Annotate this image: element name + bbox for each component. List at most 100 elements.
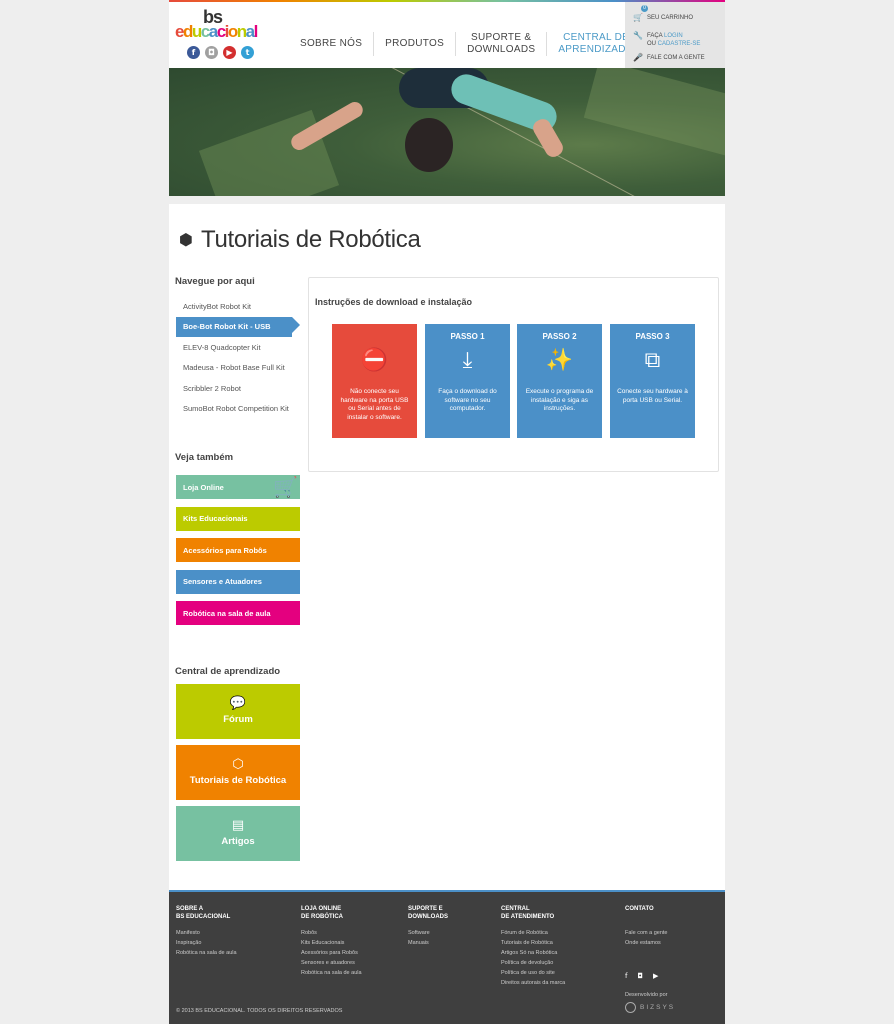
logo[interactable]: bs educacional [175,8,273,48]
bizsys-logo[interactable]: BIZSYS [625,1002,675,1013]
login-prefix: FAÇA [647,33,663,39]
wrench-icon: 🔧 [633,31,643,40]
cart-icon: 🛒 [273,475,298,499]
footer-link[interactable]: Acessórios para Robôs [301,948,362,958]
see-also-link[interactable]: Loja Online 🛒 [176,475,300,499]
step-header: PASSO 2 [542,332,577,341]
footer-column: CONTATO Fale com a gente Onde estamos [625,906,668,948]
see-also-heading: Veja também [175,452,234,463]
step-header [332,332,417,342]
copyright: © 2013 BS EDUCACIONAL. TODOS OS DIREITOS… [176,1008,343,1014]
see-also-label: Kits Educacionais [183,514,248,523]
footer-column: LOJA ONLINE DE ROBÓTICA Robôs Kits Educacio… [301,906,362,978]
logo-letter: n [236,22,247,41]
developed-by-label: Desenvolvido por [625,992,668,998]
instagram-icon[interactable]: ◘ [637,972,643,980]
footer-column: SUPORTE E DOWNLOADS Software Manuais [408,906,448,948]
logo-letter: l [253,22,259,41]
footer-social: f ◘ ▶ [625,972,658,980]
footer-link[interactable]: Política de devolução [501,958,565,968]
learning-link[interactable]: 💬 Fórum [176,684,300,739]
step-card: ⛔ Não conecte seu hardware na porta USB o… [332,324,417,438]
see-also-label: Sensores e Atuadores [183,577,262,586]
footer-column-heading: SOBRE A BS EDUCACIONAL [176,906,231,920]
logo-letter: a [245,22,255,41]
learning-heading: Central de aprendizado [175,666,281,677]
bizsys-text: BIZSYS [640,1003,676,1011]
kit-list-item[interactable]: SumoBot Robot Competition Kit [176,399,300,420]
see-also-link[interactable]: Acessórios para Robôs [176,538,300,562]
user-box: 0 🛒 SEU CARRINHO 🔧 FAÇA LOGIN OU CADASTR… [625,2,725,68]
footer-link[interactable]: Kits Educacionais [301,938,362,948]
login-link[interactable]: LOGIN [664,33,683,39]
footer-link[interactable]: Fórum de Robótica [501,928,565,938]
site-footer: SOBRE A BS EDUCACIONAL Manifesto Inspiração… [169,890,725,1024]
signup-link[interactable]: CADASTRE-SE [658,41,701,47]
step-text: Conecte seu hardware à porta USB ou Seri… [617,388,688,404]
step-text: Execute o programa de instalação e siga … [525,388,594,412]
youtube-icon[interactable]: ▶ [653,972,658,980]
see-also-link[interactable]: Kits Educacionais [176,506,300,531]
contact-link[interactable]: 🎤 FALE COM A GENTE [633,54,705,62]
cart-count-badge: 0 [641,5,648,12]
footer-column-heading: LOJA ONLINE DE ROBÓTICA [301,906,343,920]
cubes-icon: ⬢ [179,230,193,249]
step-card: PASSO 2 ✨ Execute o programa de instalação… [517,324,602,438]
facebook-icon[interactable]: f [187,46,200,59]
footer-column: SOBRE A BS EDUCACIONAL Manifesto Inspiração… [176,906,237,958]
footer-link[interactable]: Manifesto [176,928,237,938]
site-header: bs educacional f ◘ ▶ t SOBRE NÓS PRODUTOS SUP… [169,2,725,68]
footer-link[interactable]: Direitos autorais da marca [501,978,565,988]
cart-icon: 🛒 [633,13,643,22]
footer-link[interactable]: Robôs [301,928,362,938]
logo-letter: d [182,22,193,41]
login-row: 🔧 FAÇA LOGIN OU CADASTRE-SE [633,32,700,48]
footer-link[interactable]: Tutoriais de Robótica [501,938,565,948]
footer-link[interactable]: Robótica na sala de aula [176,948,237,958]
cart-label: SEU CARRINHO [647,15,694,21]
learning-label: Artigos [221,836,255,847]
panel-heading: Instruções de download e instalação [315,297,473,307]
step-header: PASSO 1 [450,332,485,341]
step-text: Não conecte seu hardware na porta USB ou… [340,388,409,421]
learning-link[interactable]: ▤ Artigos [176,806,300,861]
footer-link[interactable]: Onde estamos [625,938,668,948]
see-also-link[interactable]: Robótica na sala de aula [176,601,300,625]
facebook-icon[interactable]: f [625,972,627,980]
footer-link[interactable]: Artigos Só na Robótica [501,948,565,958]
instagram-icon[interactable]: ◘ [205,46,218,59]
cart-link[interactable]: 🛒 SEU CARRINHO [633,14,693,22]
kit-list-item[interactable]: Madeusa - Robot Base Full Kit [176,358,300,379]
kit-list-item[interactable]: Boe-Bot Robot Kit - USB [176,316,300,337]
footer-link[interactable]: Política de uso do site [501,968,565,978]
kit-list-item[interactable]: Scribbler 2 Robot [176,378,300,399]
footer-link[interactable]: Software [408,928,448,938]
learning-list: 💬 Fórum ⬡ Tutoriais de Robótica ▤ Artigos [176,684,300,867]
learning-label: Tutoriais de Robótica [189,775,287,786]
nav-item[interactable]: SOBRE NÓS [289,32,375,56]
cubes-icon: ⬡ [232,757,244,772]
logo-letter: c [200,22,210,41]
see-also-link[interactable]: Sensores e Atuadores [176,569,300,594]
nav-item[interactable]: SUPORTE & DOWNLOADS [456,32,548,56]
footer-link[interactable]: Inspiração [176,938,237,948]
footer-link[interactable]: Robótica na sala de aula [301,968,362,978]
step-card: PASSO 1 ⤓ Faça o download do software no s… [425,324,510,438]
kit-list-item[interactable]: ActivityBot Robot Kit [176,296,300,317]
learning-link[interactable]: ⬡ Tutoriais de Robótica [176,745,300,800]
main-content: ⬢ Tutoriais de Robótica Navegue por aqui… [169,204,725,890]
footer-link[interactable]: Manuais [408,938,448,948]
twitter-icon[interactable]: t [241,46,254,59]
step-text: Faça o download do software no seu compu… [438,388,497,412]
page-title-text: Tutoriais de Robótica [200,226,421,253]
main-nav: SOBRE NÓS PRODUTOS SUPORTE & DOWNLOADS CENTR… [289,22,645,68]
nav-item[interactable]: PRODUTOS [374,32,457,56]
youtube-icon[interactable]: ▶ [223,46,236,59]
logo-letter: o [227,22,238,41]
kit-list-item[interactable]: ELEV-8 Quadcopter Kit [176,337,300,358]
chat-bubbles-icon: 💬 [229,696,247,711]
kit-list: ActivityBot Robot Kit Boe-Bot Robot Kit -… [176,296,300,419]
footer-column-heading: SUPORTE E DOWNLOADS [408,906,448,920]
footer-link[interactable]: Fale com a gente [625,928,668,938]
footer-link[interactable]: Sensores e atuadores [301,958,362,968]
